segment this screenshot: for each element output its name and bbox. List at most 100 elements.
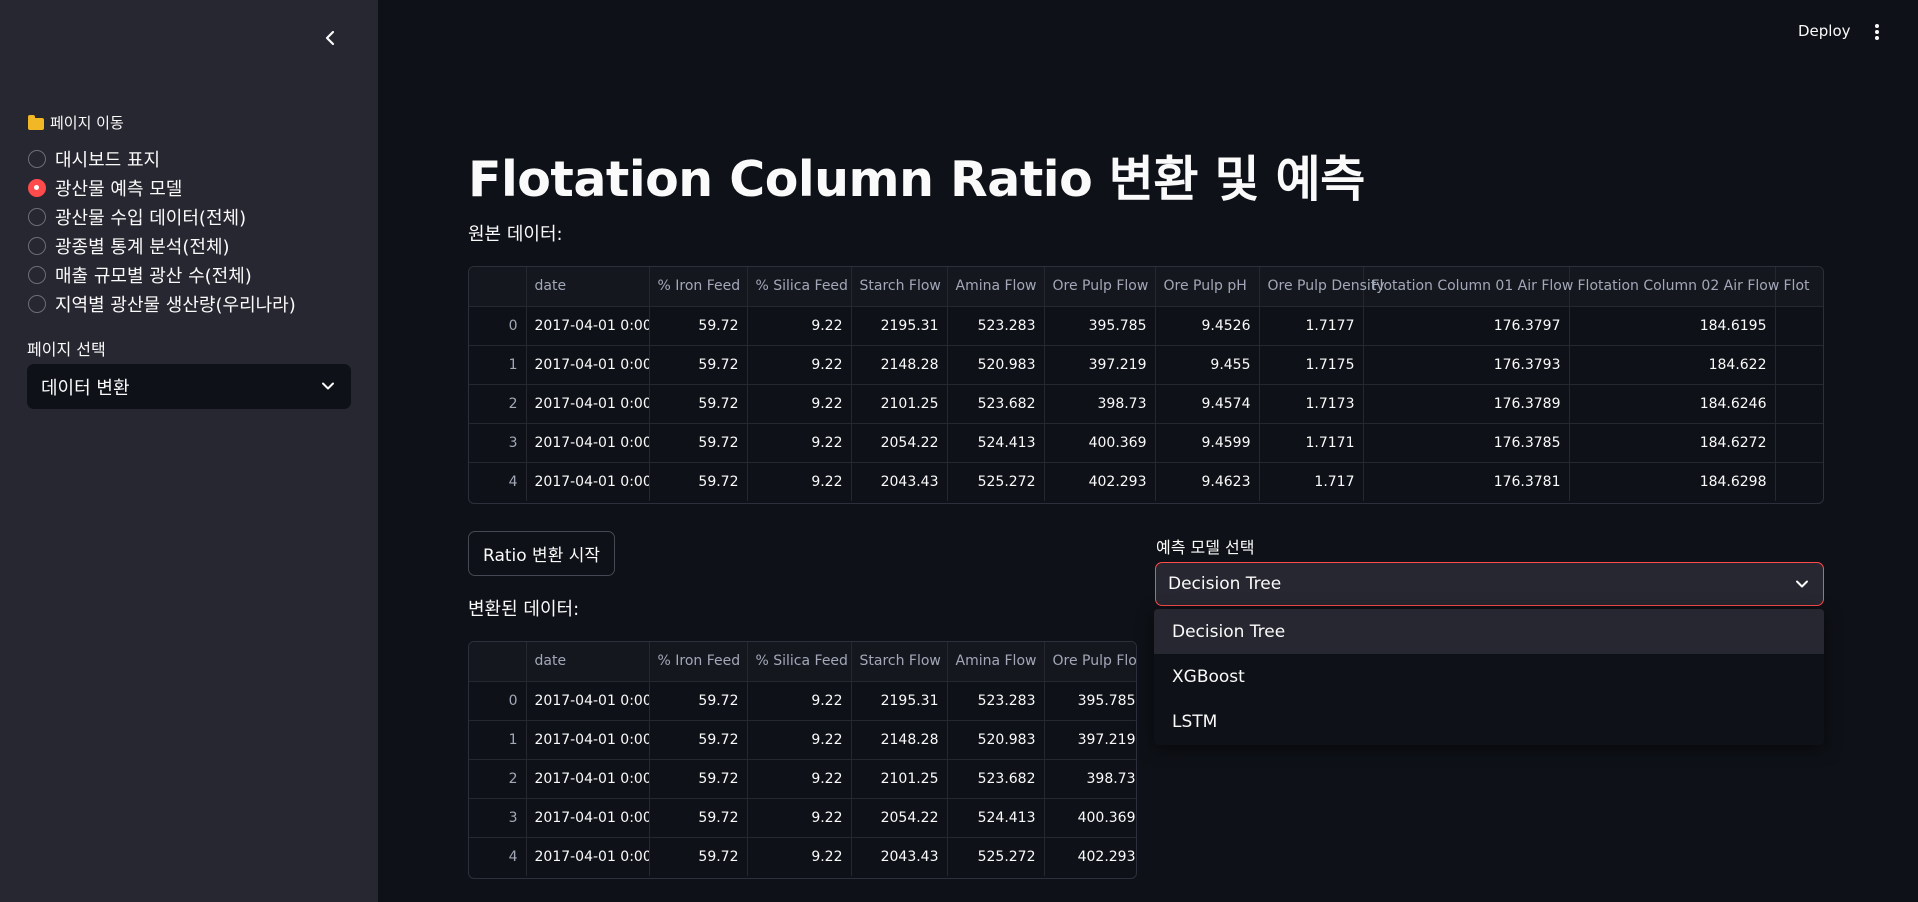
model-option[interactable]: LSTM xyxy=(1154,699,1824,744)
table-cell[interactable]: 9.22 xyxy=(747,345,852,385)
column-header[interactable]: % Silica Feed xyxy=(747,642,852,682)
table-cell[interactable]: 59.72 xyxy=(649,345,748,385)
table-cell[interactable]: 395.785 xyxy=(1044,681,1136,721)
table-cell[interactable]: 2017-04-01 0:00 xyxy=(526,462,650,501)
model-option[interactable]: Decision Tree xyxy=(1154,609,1824,654)
radio-item[interactable]: 광종별 통계 분석(전체) xyxy=(28,231,296,260)
table-cell[interactable]: 176.3781 xyxy=(1363,462,1570,501)
row-index[interactable]: 4 xyxy=(469,462,527,501)
column-header[interactable]: date xyxy=(526,267,650,307)
row-index[interactable]: 3 xyxy=(469,798,527,838)
table-cell[interactable]: 2101.25 xyxy=(851,759,948,799)
column-header[interactable]: Flotation Column 01 Air Flow xyxy=(1363,267,1573,307)
column-header[interactable] xyxy=(469,642,527,682)
table-cell[interactable]: 184.6298 xyxy=(1569,462,1776,501)
table-cell[interactable]: 9.22 xyxy=(747,720,852,760)
table-cell[interactable]: 176.3797 xyxy=(1363,306,1570,346)
row-index[interactable]: 1 xyxy=(469,345,527,385)
table-cell[interactable]: 2101.25 xyxy=(851,384,948,424)
table-cell[interactable]: 184.6246 xyxy=(1569,384,1776,424)
radio-item[interactable]: 지역별 광산물 생산량(우리나라) xyxy=(28,289,296,318)
table-cell[interactable]: 9.455 xyxy=(1155,345,1260,385)
table-cell[interactable]: 2017-04-01 0:00 xyxy=(526,837,650,876)
table-cell[interactable]: 2054.22 xyxy=(851,798,948,838)
table-cell[interactable]: 59.72 xyxy=(649,759,748,799)
table-cell[interactable]: 397.219 xyxy=(1044,345,1156,385)
table-cell[interactable]: 9.22 xyxy=(747,462,852,501)
table-cell[interactable]: 1.7177 xyxy=(1259,306,1364,346)
column-header[interactable]: Flot xyxy=(1775,267,1823,307)
table-cell[interactable]: 523.682 xyxy=(947,759,1045,799)
table-cell[interactable]: 2017-04-01 0:00 xyxy=(526,720,650,760)
table-cell[interactable]: 524.413 xyxy=(947,423,1045,463)
table-cell[interactable]: 1.7175 xyxy=(1259,345,1364,385)
table-cell[interactable]: 59.72 xyxy=(649,384,748,424)
table-cell[interactable]: 59.72 xyxy=(649,306,748,346)
row-index[interactable]: 4 xyxy=(469,837,527,876)
table-cell[interactable] xyxy=(1775,462,1823,501)
table-cell[interactable]: 9.22 xyxy=(747,384,852,424)
table-cell[interactable]: 176.3789 xyxy=(1363,384,1570,424)
table-cell[interactable]: 525.272 xyxy=(947,462,1045,501)
table-cell[interactable]: 400.369 xyxy=(1044,423,1156,463)
table-cell[interactable]: 2017-04-01 0:00 xyxy=(526,306,650,346)
table-cell[interactable]: 398.73 xyxy=(1044,384,1156,424)
table-cell[interactable]: 2148.28 xyxy=(851,720,948,760)
table-cell[interactable]: 2054.22 xyxy=(851,423,948,463)
column-header[interactable]: Ore Pulp Density xyxy=(1259,267,1385,307)
column-header[interactable]: % Silica Feed xyxy=(747,267,852,307)
table-cell[interactable]: 524.413 xyxy=(947,798,1045,838)
row-index[interactable]: 2 xyxy=(469,384,527,424)
radio-item[interactable]: 광산물 수입 데이터(전체) xyxy=(28,202,296,231)
table-cell[interactable]: 9.22 xyxy=(747,759,852,799)
column-header[interactable]: Ore Pulp Flow xyxy=(1044,642,1136,682)
column-header[interactable]: Ore Pulp Flow xyxy=(1044,267,1156,307)
table-cell[interactable] xyxy=(1775,423,1823,463)
table-cell[interactable]: 9.22 xyxy=(747,798,852,838)
table-cell[interactable] xyxy=(1775,306,1823,346)
table-cell[interactable]: 2195.31 xyxy=(851,306,948,346)
row-index[interactable]: 3 xyxy=(469,423,527,463)
column-header[interactable]: Amina Flow xyxy=(947,267,1045,307)
model-option[interactable]: XGBoost xyxy=(1154,654,1824,699)
radio-item[interactable]: 광산물 예측 모델 xyxy=(28,173,296,202)
table-cell[interactable]: 1.7173 xyxy=(1259,384,1364,424)
table-cell[interactable]: 59.72 xyxy=(649,681,748,721)
original-data-table[interactable]: date% Iron Feed% Silica Feed Starch Flow A… xyxy=(468,266,1824,504)
table-cell[interactable]: 2017-04-01 0:00 xyxy=(526,423,650,463)
row-index[interactable]: 0 xyxy=(469,306,527,346)
table-cell[interactable]: 59.72 xyxy=(649,462,748,501)
table-cell[interactable]: 1.7171 xyxy=(1259,423,1364,463)
table-cell[interactable]: 2017-04-01 0:00 xyxy=(526,798,650,838)
column-header[interactable]: Starch Flow xyxy=(851,267,948,307)
table-cell[interactable]: 59.72 xyxy=(649,837,748,876)
table-cell[interactable]: 59.72 xyxy=(649,720,748,760)
radio-item[interactable]: 대시보드 표지 xyxy=(28,144,296,173)
deploy-button[interactable]: Deploy xyxy=(1798,22,1851,40)
table-cell[interactable]: 2017-04-01 0:00 xyxy=(526,681,650,721)
row-index[interactable]: 0 xyxy=(469,681,527,721)
column-header[interactable]: Flotation Column 02 Air Flow xyxy=(1569,267,1779,307)
table-cell[interactable]: 9.4526 xyxy=(1155,306,1260,346)
table-cell[interactable]: 184.622 xyxy=(1569,345,1776,385)
table-cell[interactable]: 397.219 xyxy=(1044,720,1136,760)
table-cell[interactable]: 2043.43 xyxy=(851,462,948,501)
radio-item[interactable]: 매출 규모별 광산 수(전체) xyxy=(28,260,296,289)
table-cell[interactable]: 523.682 xyxy=(947,384,1045,424)
table-cell[interactable]: 520.983 xyxy=(947,720,1045,760)
table-cell[interactable]: 2017-04-01 0:00 xyxy=(526,759,650,799)
column-header[interactable]: Starch Flow xyxy=(851,642,948,682)
table-cell[interactable] xyxy=(1775,345,1823,385)
table-cell[interactable]: 1.717 xyxy=(1259,462,1364,501)
column-header[interactable]: % Iron Feed xyxy=(649,642,748,682)
row-index[interactable]: 1 xyxy=(469,720,527,760)
row-index[interactable]: 2 xyxy=(469,759,527,799)
column-header[interactable]: Ore Pulp pH xyxy=(1155,267,1260,307)
table-cell[interactable]: 2148.28 xyxy=(851,345,948,385)
table-cell[interactable]: 520.983 xyxy=(947,345,1045,385)
table-cell[interactable]: 9.4599 xyxy=(1155,423,1260,463)
table-cell[interactable]: 59.72 xyxy=(649,423,748,463)
table-cell[interactable]: 176.3793 xyxy=(1363,345,1570,385)
table-cell[interactable]: 2017-04-01 0:00 xyxy=(526,384,650,424)
main-menu-icon[interactable] xyxy=(1870,22,1884,42)
